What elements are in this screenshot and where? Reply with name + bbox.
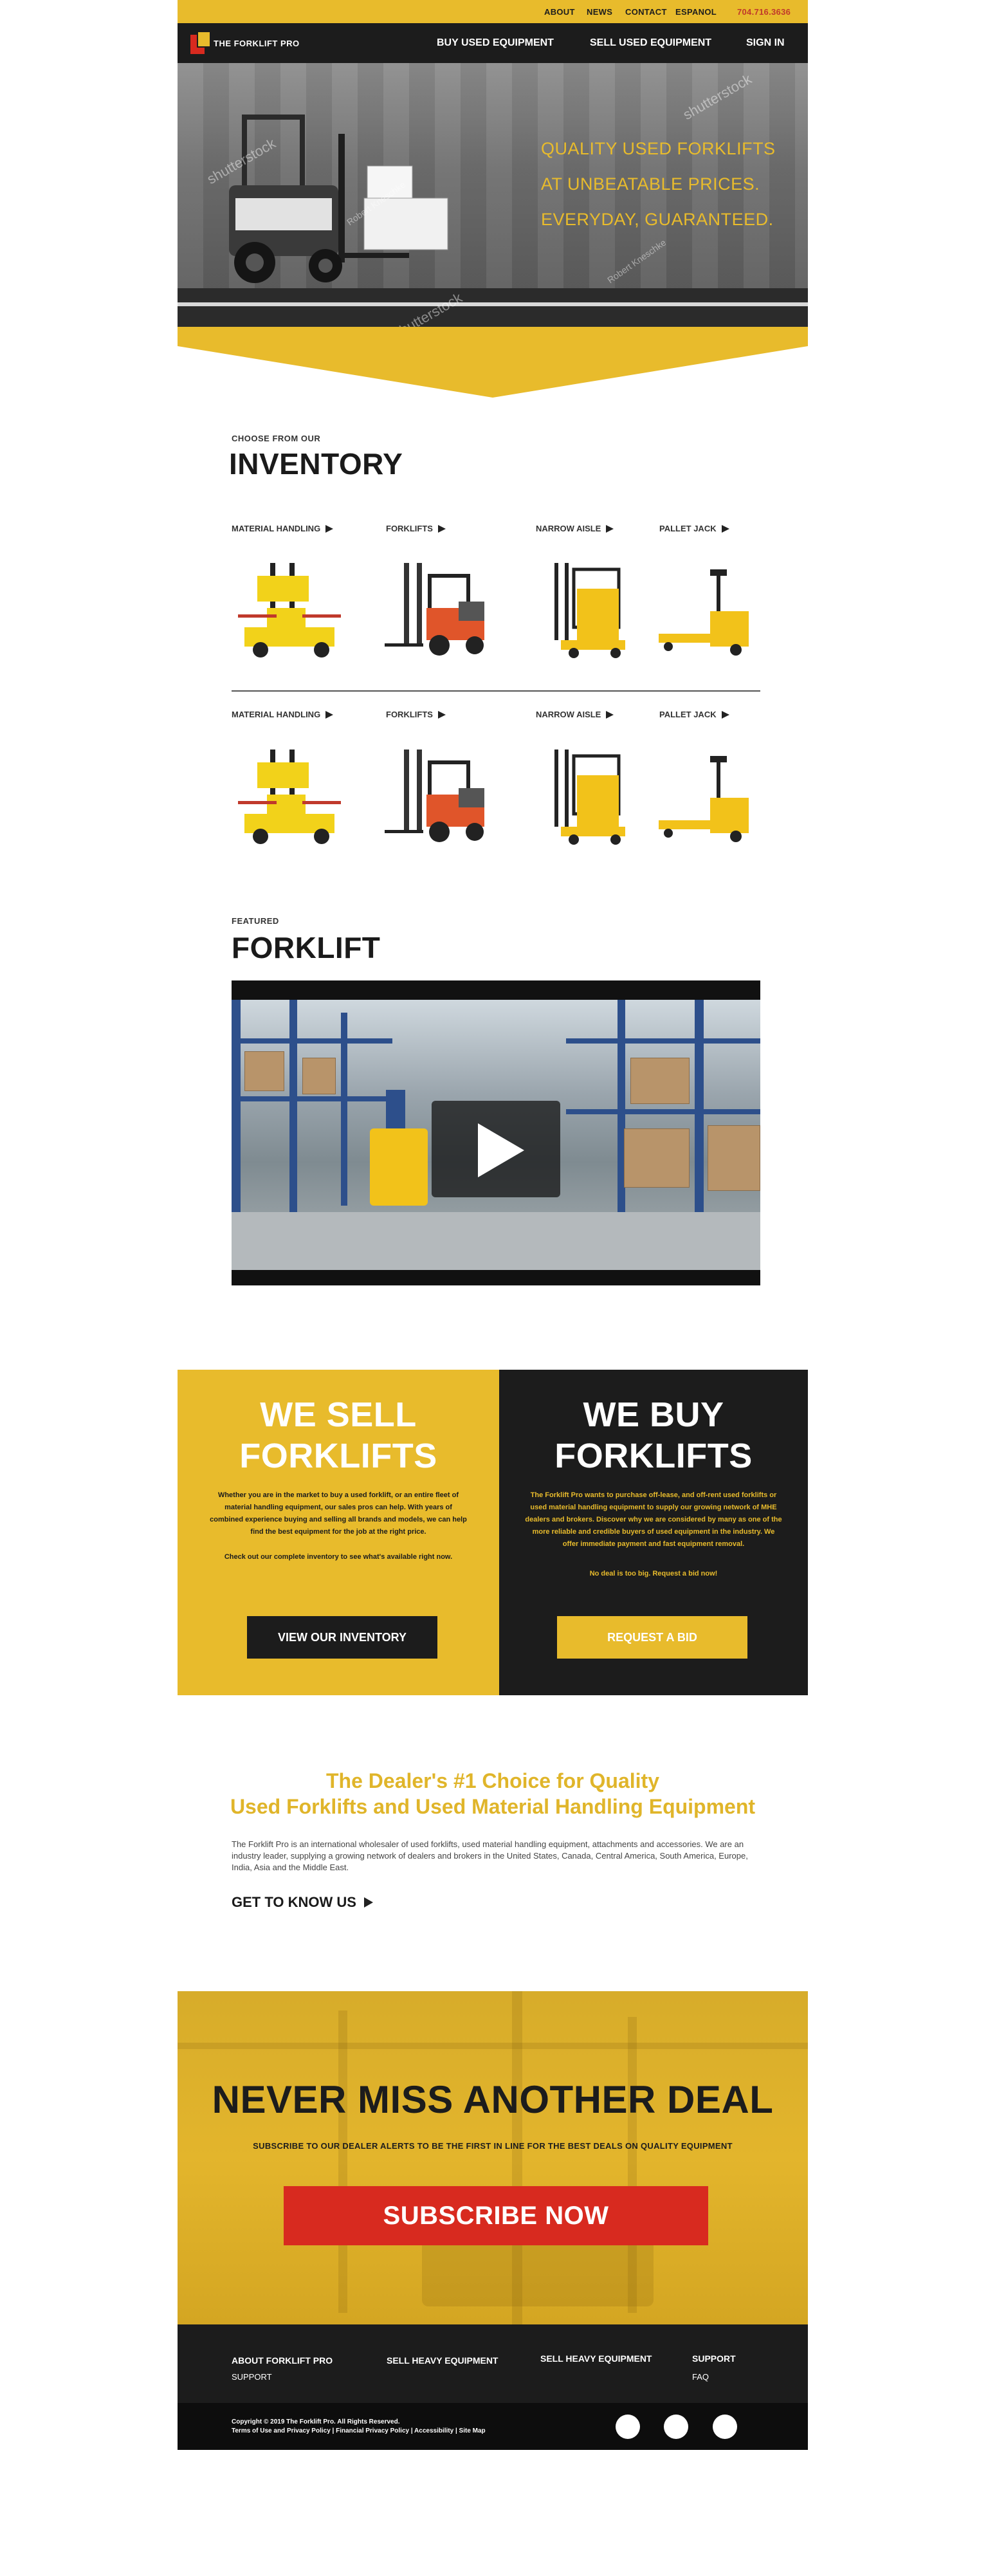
video-player[interactable] — [232, 980, 760, 1285]
subscribe-subtitle: SUBSCRIBE TO OUR DEALER ALERTS TO BE THE… — [253, 2141, 733, 2151]
pallet-jack-image[interactable] — [652, 550, 768, 666]
nav-buy-used-equipment[interactable]: BUY USED EQUIPMENT — [437, 37, 554, 49]
footer-support-heading[interactable]: SUPPORT — [692, 2353, 736, 2364]
legal-links[interactable]: Terms of Use and Privacy Policy | Financ… — [232, 2427, 486, 2434]
logo-icon — [190, 31, 211, 55]
footer-support-link[interactable]: SUPPORT — [232, 2372, 272, 2382]
subscribe-title: NEVER MISS ANOTHER DEAL — [212, 2078, 774, 2121]
arrow-right-icon — [437, 710, 446, 719]
footer-sell-heavy-equipment-link[interactable]: SELL HEAVY EQUIPMENT — [540, 2353, 652, 2364]
arrow-right-icon — [721, 524, 729, 533]
hero-chevron — [178, 327, 808, 398]
footer-about-link[interactable]: ABOUT FORKLIFT PRO — [232, 2355, 333, 2366]
hero-line-2: AT UNBEATABLE PRICES. — [541, 174, 760, 194]
hero-line-3: EVERYDAY, GUARANTEED. — [541, 210, 774, 229]
request-bid-button[interactable]: REQUEST A BID — [557, 1616, 747, 1659]
dealer-body: The Forklift Pro is an international who… — [232, 1839, 748, 1872]
subscribe-banner: NEVER MISS ANOTHER DEAL SUBSCRIBE TO OUR… — [178, 1991, 808, 2324]
we-buy-title: WE BUY FORKLIFTS — [554, 1395, 753, 1475]
category-material-handling[interactable]: MATERIAL HANDLING — [232, 524, 334, 533]
narrow-aisle-image[interactable] — [529, 550, 645, 666]
inventory-eyebrow: CHOOSE FROM OUR — [232, 434, 321, 443]
featured-eyebrow: FEATURED — [232, 916, 279, 926]
hero-line-1: QUALITY USED FORKLIFTS — [541, 139, 776, 158]
footer-faq-link[interactable]: FAQ — [692, 2372, 709, 2382]
pallet-jack-image[interactable] — [652, 737, 768, 852]
we-sell-title: WE SELL FORKLIFTS — [239, 1395, 437, 1475]
social-icon[interactable] — [664, 2415, 688, 2439]
nav-sign-in[interactable]: SIGN IN — [746, 37, 785, 49]
get-to-know-us-link[interactable]: GET TO KNOW US — [232, 1894, 373, 1911]
arrow-right-icon — [325, 524, 334, 533]
footer-sell-heavy-equipment-link[interactable]: SELL HEAVY EQUIPMENT — [387, 2355, 498, 2366]
social-icon[interactable] — [616, 2415, 640, 2439]
about-link[interactable]: ABOUT — [544, 7, 575, 17]
contact-link[interactable]: CONTACT — [625, 7, 667, 17]
nav-sell-used-equipment[interactable]: SELL USED EQUIPMENT — [590, 37, 711, 49]
logo-text: THE FORKLIFT PRO — [214, 38, 300, 48]
narrow-aisle-image[interactable] — [529, 737, 645, 852]
subscribe-now-button[interactable]: SUBSCRIBE NOW — [284, 2186, 708, 2245]
we-buy-body: The Forklift Pro wants to purchase off-l… — [525, 1491, 782, 1548]
logo[interactable]: THE FORKLIFT PRO — [190, 30, 313, 57]
forklift-image[interactable] — [381, 550, 497, 666]
category-pallet-jack[interactable]: PALLET JACK — [659, 710, 729, 719]
inventory-title: INVENTORY — [229, 447, 403, 481]
arrow-right-icon — [606, 710, 614, 719]
arrow-right-icon — [721, 710, 729, 719]
utility-bar: ABOUT NEWS CONTACT ESPANOL 704.716.3636 — [178, 0, 808, 23]
main-nav: THE FORKLIFT PRO BUY USED EQUIPMENT SELL… — [178, 23, 808, 63]
arrow-right-icon — [363, 1897, 373, 1908]
we-buy-body-2: No deal is too big. Request a bid now! — [589, 1570, 718, 1578]
material-handling-image[interactable] — [232, 737, 347, 852]
forklift-hero-image — [229, 115, 448, 283]
copyright-bar: Copyright © 2019 The Forklift Pro. All R… — [178, 2403, 808, 2450]
category-narrow-aisle[interactable]: NARROW AISLE — [536, 524, 614, 533]
copyright-text: Copyright © 2019 The Forklift Pro. All R… — [232, 2418, 400, 2425]
category-material-handling[interactable]: MATERIAL HANDLING — [232, 710, 334, 719]
inventory-divider — [232, 690, 760, 692]
footer: ABOUT FORKLIFT PRO SUPPORT SELL HEAVY EQ… — [178, 2324, 808, 2403]
hero-banner: QUALITY USED FORKLIFTS AT UNBEATABLE PRI… — [178, 63, 808, 327]
we-sell-body-2: Check out our complete inventory to see … — [224, 1553, 453, 1561]
espanol-link[interactable]: ESPANOL — [675, 7, 717, 17]
category-forklifts[interactable]: FORKLIFTS — [386, 710, 446, 719]
social-icon[interactable] — [713, 2415, 737, 2439]
dealer-heading: The Dealer's #1 Choice for Quality Used … — [230, 1769, 756, 1818]
featured-title: FORKLIFT — [232, 931, 381, 964]
news-link[interactable]: NEWS — [587, 7, 612, 17]
category-narrow-aisle[interactable]: NARROW AISLE — [536, 710, 614, 719]
we-buy-panel: WE BUY FORKLIFTS The Forklift Pro wants … — [499, 1370, 808, 1695]
play-icon — [478, 1123, 524, 1177]
we-sell-panel: WE SELL FORKLIFTS Whether you are in the… — [178, 1370, 499, 1695]
category-forklifts[interactable]: FORKLIFTS — [386, 524, 446, 533]
category-pallet-jack[interactable]: PALLET JACK — [659, 524, 729, 533]
material-handling-image[interactable] — [232, 550, 347, 666]
forklift-image[interactable] — [381, 737, 497, 852]
arrow-right-icon — [606, 524, 614, 533]
hero-headline: QUALITY USED FORKLIFTS AT UNBEATABLE PRI… — [541, 131, 798, 237]
arrow-right-icon — [325, 710, 334, 719]
phone-number[interactable]: 704.716.3636 — [737, 7, 791, 17]
we-sell-body: Whether you are in the market to buy a u… — [210, 1491, 467, 1536]
view-inventory-button[interactable]: VIEW OUR INVENTORY — [247, 1616, 437, 1659]
arrow-right-icon — [437, 524, 446, 533]
